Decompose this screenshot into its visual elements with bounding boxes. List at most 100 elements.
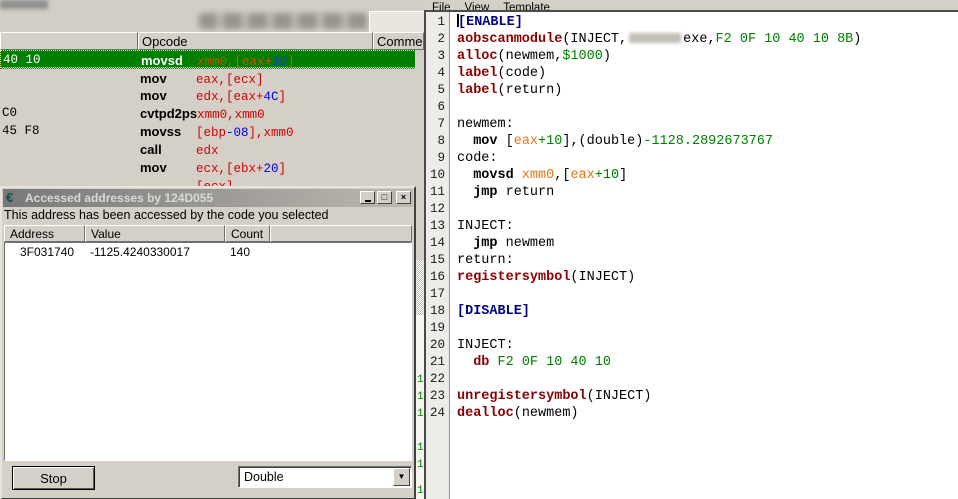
address-list[interactable]: 3F031740-1125.4240330017140 xyxy=(4,242,412,461)
line-number: 22 xyxy=(426,371,449,388)
address-row[interactable]: 3F031740-1125.4240330017140 xyxy=(5,243,411,261)
censored-toolbar-text-blur xyxy=(199,13,369,29)
disasm-listing[interactable]: 40 10movsdxmm0,[eax+10]moveax,[ecx]moved… xyxy=(0,50,424,186)
script-token: (newmem, xyxy=(498,49,563,64)
accessed-addresses-window: € Accessed addresses by 124D055 □ × This… xyxy=(0,186,416,499)
script-token: return xyxy=(498,185,555,200)
script-token: newmem: xyxy=(457,117,514,132)
script-token: exe, xyxy=(683,32,715,47)
operand-token: edx,[eax+ xyxy=(196,90,264,104)
value-cell: -1125.4240330017 xyxy=(86,245,226,261)
script-token: ) xyxy=(853,32,861,47)
script-text-area[interactable]: [ENABLE]aobscanmodule(INJECT,exe,F2 0F 1… xyxy=(451,12,958,499)
line-number: 9 xyxy=(426,150,449,167)
background-marker: 1 xyxy=(417,443,424,454)
line-number: 23 xyxy=(426,388,449,405)
background-window-sliver xyxy=(415,315,424,499)
disasm-row[interactable]: moveax,[ecx] xyxy=(0,68,424,86)
disasm-row[interactable]: movedx,[eax+4C] xyxy=(0,86,424,104)
script-line: alloc(newmem,$1000) xyxy=(457,48,958,65)
script-token: registersymbol xyxy=(457,270,570,285)
disasm-row[interactable]: [ecx] xyxy=(0,176,424,186)
script-token: -1128.2892673767 xyxy=(643,134,773,149)
line-number: 3 xyxy=(426,48,449,65)
line-number: 10 xyxy=(426,167,449,184)
line-number: 12 xyxy=(426,201,449,218)
script-token: ],(double) xyxy=(562,134,643,149)
script-token: alloc xyxy=(457,49,498,64)
disasm-row[interactable]: 40 10movsdxmm0,[eax+10] xyxy=(0,50,424,68)
disasm-row[interactable]: 45 F8movss[ebp-08],xmm0 xyxy=(0,122,424,140)
disasm-row[interactable]: calledx xyxy=(0,140,424,158)
script-token: label xyxy=(457,66,498,81)
dropdown-button[interactable]: ▼ xyxy=(393,468,410,486)
line-number: 4 xyxy=(426,65,449,82)
disasm-row[interactable]: movecx,[ebx+20] xyxy=(0,158,424,176)
mnemonic: call xyxy=(140,142,196,157)
line-number: 11 xyxy=(426,184,449,201)
close-button[interactable]: × xyxy=(396,191,411,204)
operand-token: eax,[ecx] xyxy=(196,73,264,87)
script-line xyxy=(457,286,958,303)
line-number: 17 xyxy=(426,286,449,303)
script-token: INJECT: xyxy=(457,338,514,353)
script-line: aobscanmodule(INJECT,exe,F2 0F 10 40 10 … xyxy=(457,31,958,48)
script-token xyxy=(457,236,473,251)
disasm-col-opcode[interactable]: Opcode xyxy=(138,32,373,50)
line-number: 18 xyxy=(426,303,449,320)
disasm-scrollbar[interactable]: 111111 xyxy=(415,50,424,499)
scrollbar-track[interactable] xyxy=(415,260,424,315)
menu-item-template[interactable]: Template xyxy=(503,2,550,10)
value-type-selected: Double xyxy=(244,470,284,484)
script-line: label(return) xyxy=(457,82,958,99)
background-marker: 1 xyxy=(417,460,424,471)
minimize-button[interactable] xyxy=(360,191,375,204)
script-line: mov [eax+10],(double)-1128.2892673767 xyxy=(457,133,958,150)
script-token: (INJECT, xyxy=(562,32,627,47)
disasm-col-address[interactable] xyxy=(0,32,138,50)
script-line: jmp newmem xyxy=(457,235,958,252)
script-token: eax xyxy=(570,168,594,183)
stop-button[interactable]: Stop xyxy=(12,466,95,490)
script-line: registersymbol(INJECT) xyxy=(457,269,958,286)
popup-titlebar[interactable]: € Accessed addresses by 124D055 □ × xyxy=(3,189,413,207)
script-line: code: xyxy=(457,150,958,167)
operand-token: [ebp xyxy=(196,126,226,140)
col-header-count[interactable]: Count xyxy=(225,225,270,242)
col-header-address[interactable]: Address xyxy=(4,225,85,242)
script-token: jmp xyxy=(473,185,497,200)
script-token: F2 0F 10 40 10 xyxy=(498,355,611,370)
line-number: 16 xyxy=(426,269,449,286)
script-line xyxy=(457,99,958,116)
script-token: dealloc xyxy=(457,406,514,421)
menu-item-file[interactable]: File xyxy=(432,2,451,10)
minimize-icon xyxy=(365,200,371,202)
script-token: (INJECT) xyxy=(587,389,652,404)
col-header-value[interactable]: Value xyxy=(85,225,225,242)
operand-token: ] xyxy=(279,90,287,104)
censored-module-name-blur xyxy=(629,33,681,43)
line-number: 19 xyxy=(426,320,449,337)
menu-item-view[interactable]: View xyxy=(465,2,490,10)
background-marker: 1 xyxy=(417,375,424,386)
script-token: label xyxy=(457,83,498,98)
popup-caption: This address has been accessed by the co… xyxy=(4,208,329,222)
opcode-bytes: 40 10 xyxy=(3,53,41,67)
script-token xyxy=(457,185,473,200)
col-header-blank[interactable] xyxy=(270,225,412,242)
script-token: aobscanmodule xyxy=(457,32,562,47)
close-icon: × xyxy=(401,193,406,202)
cheat-engine-icon: € xyxy=(6,190,13,205)
disasm-col-comment[interactable]: Comment xyxy=(373,32,424,50)
script-token: eax xyxy=(514,134,538,149)
cheat-engine-screen: OpcodeComment 40 10movsdxmm0,[eax+10]mov… xyxy=(0,0,958,499)
script-token: unregistersymbol xyxy=(457,389,587,404)
operand-token: ],xmm0 xyxy=(249,126,294,140)
maximize-button[interactable]: □ xyxy=(377,191,392,204)
script-line: INJECT: xyxy=(457,337,958,354)
value-type-dropdown[interactable]: Double ▼ xyxy=(238,466,412,488)
disasm-row[interactable]: C0cvtpd2psxmm0,xmm0 xyxy=(0,104,424,122)
script-token xyxy=(489,355,497,370)
script-token: [ xyxy=(498,134,514,149)
script-token: xmm0 xyxy=(522,168,554,183)
